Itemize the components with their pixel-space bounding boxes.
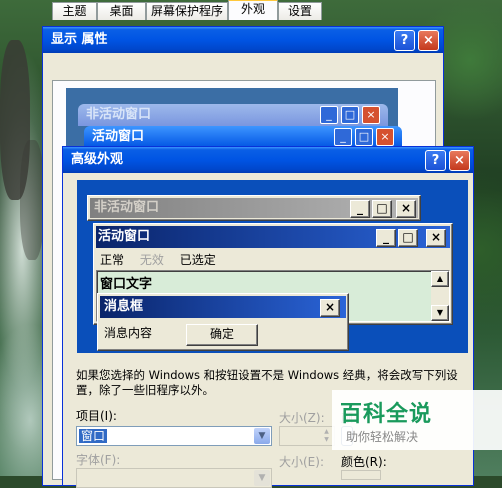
tab-screensaver[interactable]: 屏幕保护程序 — [146, 2, 228, 20]
window-title[interactable]: 显示 属性 — [43, 27, 443, 53]
font-color-label: 颜色(R): — [341, 455, 387, 469]
preview-inactive-title: 非活动窗口 — [86, 107, 152, 122]
sample-inactive-window: 非活动窗口 _ □ × — [87, 195, 421, 221]
dialog-title[interactable]: 高级外观 — [63, 147, 473, 173]
maximize-icon: □ — [341, 106, 359, 124]
chevron-down-icon[interactable]: ▼ — [254, 428, 270, 444]
item-select[interactable]: 窗口 ▼ — [76, 426, 272, 446]
watermark-subtitle: 助你轻松解决 — [346, 430, 419, 444]
size-label: 大小(Z): — [279, 411, 325, 425]
font-size-label: 大小(E): — [279, 455, 324, 469]
msgbox-text: 消息内容 — [104, 326, 153, 340]
help-button[interactable]: ? — [425, 150, 446, 171]
menu-normal: 正常 — [100, 253, 125, 267]
tab-settings[interactable]: 设置 — [278, 2, 322, 20]
appearance-sample[interactable]: 非活动窗口 _ □ × 活动窗口 _ □ × 正常 无效 已选定 窗口文字 ▲ … — [77, 180, 468, 353]
maximize-icon: □ — [372, 200, 392, 218]
sample-active-title: 活动窗口 — [96, 226, 450, 248]
minimize-icon: _ — [334, 128, 352, 146]
close-icon: × — [376, 128, 394, 146]
scroll-down-icon[interactable]: ▼ — [431, 305, 449, 321]
tab-appearance[interactable]: 外观 — [228, 0, 278, 20]
msgbox-ok-button[interactable]: 确定 — [186, 324, 258, 346]
rock-decoration — [20, 140, 44, 260]
item-label: 项目(I): — [76, 409, 117, 423]
close-icon: × — [426, 229, 446, 247]
font-select[interactable]: ▼ — [76, 468, 272, 488]
close-icon: × — [320, 299, 340, 317]
close-icon: × — [396, 200, 416, 218]
size-spinner[interactable]: ▲ ▼ — [279, 426, 335, 446]
chevron-down-icon[interactable]: ▼ — [254, 470, 270, 486]
minimize-icon: _ — [376, 229, 396, 247]
preview-active-title: 活动窗口 — [92, 129, 145, 144]
close-button[interactable]: × — [418, 30, 439, 51]
sample-menu-bar: 正常 无效 已选定 — [96, 250, 450, 270]
watermark-title: 百科全说 — [340, 402, 433, 427]
tab-themes[interactable]: 主题 — [52, 2, 97, 20]
scroll-up-icon[interactable]: ▲ — [431, 271, 449, 287]
menu-selected: 已选定 — [179, 253, 216, 267]
close-button[interactable]: × — [449, 150, 470, 171]
maximize-icon: □ — [355, 128, 373, 146]
font-color-button[interactable] — [341, 470, 381, 480]
item-select-value: 窗口 — [79, 429, 108, 443]
tab-desktop[interactable]: 桌面 — [97, 2, 146, 20]
help-button[interactable]: ? — [394, 30, 415, 51]
font-label: 字体(F): — [76, 453, 121, 467]
appearance-preview: 非活动窗口 _ □ × 活动窗口 _ □ × — [66, 88, 402, 152]
sample-scrollbar[interactable]: ▲ ▼ — [431, 271, 449, 321]
menu-disabled: 无效 — [139, 253, 164, 267]
maximize-icon: □ — [398, 229, 418, 247]
minimize-icon: _ — [320, 106, 338, 124]
close-icon: × — [362, 106, 380, 124]
minimize-icon: _ — [350, 200, 370, 218]
watermark: 百科全说 助你轻松解决 — [332, 390, 502, 450]
msgbox-title: 消息框 — [100, 296, 346, 318]
sample-message-box: 消息框 × 消息内容 确定 — [97, 293, 349, 351]
sample-window-text: 窗口文字 — [100, 277, 153, 292]
